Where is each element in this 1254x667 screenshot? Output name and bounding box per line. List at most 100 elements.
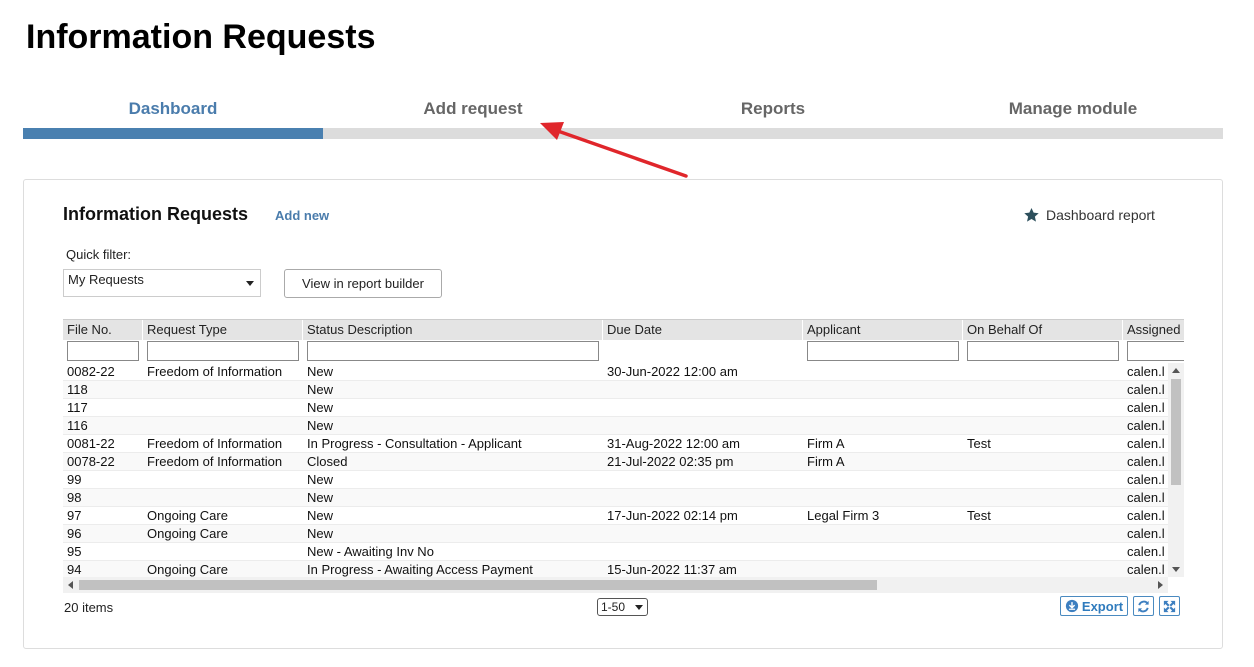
requests-panel: Information Requests Add new Dashboard r… bbox=[23, 179, 1223, 649]
cell-assigned: calen.l bbox=[1127, 508, 1165, 523]
table-row[interactable]: 96 Ongoing Care New calen.l bbox=[63, 525, 1168, 543]
chevron-down-icon bbox=[246, 281, 254, 286]
scroll-right-icon[interactable] bbox=[1158, 581, 1163, 589]
export-label: Export bbox=[1081, 598, 1124, 614]
column-header-on-behalf-of[interactable]: On Behalf Of bbox=[963, 320, 1123, 340]
filter-assigned[interactable] bbox=[1127, 341, 1184, 361]
table-row[interactable]: 98 New calen.l bbox=[63, 489, 1168, 507]
module-tabs: Dashboard Add request Reports Manage mod… bbox=[23, 94, 1223, 139]
page-title: Information Requests bbox=[26, 18, 376, 56]
chevron-down-icon bbox=[635, 605, 643, 610]
filter-row bbox=[63, 340, 1184, 362]
column-header-request-type[interactable]: Request Type bbox=[143, 320, 303, 340]
add-new-link[interactable]: Add new bbox=[275, 208, 329, 223]
cell-file-no: 97 bbox=[67, 508, 82, 523]
star-icon bbox=[1024, 208, 1039, 222]
cell-due-date: 21-Jul-2022 02:35 pm bbox=[607, 454, 734, 469]
cell-assigned: calen.l bbox=[1127, 418, 1165, 433]
cell-assigned: calen.l bbox=[1127, 400, 1165, 415]
filter-request-type[interactable] bbox=[147, 341, 299, 361]
tab-dashboard[interactable]: Dashboard bbox=[23, 94, 323, 128]
cell-status-description: In Progress - Consultation - Applicant bbox=[307, 436, 522, 451]
table-row[interactable]: 0082-22 Freedom of Information New 30-Jun-2… bbox=[63, 363, 1168, 381]
cell-request-type bbox=[143, 489, 307, 507]
tab-manage-module[interactable]: Manage module bbox=[923, 94, 1223, 128]
cell-file-no: 117 bbox=[67, 400, 88, 415]
cell-status-description: New bbox=[307, 400, 334, 415]
table-row[interactable]: 118 New calen.l bbox=[63, 381, 1168, 399]
cell-status-description: New bbox=[307, 472, 334, 487]
tab-indicator-manage-module bbox=[923, 128, 1223, 139]
filter-on-behalf-of[interactable] bbox=[967, 341, 1119, 361]
cell-applicant bbox=[803, 525, 967, 543]
column-header-file-no[interactable]: File No. bbox=[63, 320, 143, 340]
page-size-select[interactable]: 1-50 bbox=[597, 598, 648, 616]
table-row[interactable]: 0081-22 Freedom of Information In Progress… bbox=[63, 435, 1168, 453]
view-in-report-builder-button[interactable]: View in report builder bbox=[284, 269, 442, 298]
cell-request-type bbox=[143, 543, 307, 561]
cell-on-behalf-of bbox=[963, 471, 1127, 489]
cell-due-date bbox=[603, 543, 807, 561]
tab-add-request[interactable]: Add request bbox=[323, 94, 623, 128]
cell-applicant bbox=[803, 489, 967, 507]
scroll-up-icon[interactable] bbox=[1172, 368, 1180, 373]
cell-assigned: calen.l bbox=[1127, 454, 1165, 469]
cell-file-no: 118 bbox=[67, 382, 88, 397]
column-header-assigned[interactable]: Assigned bbox=[1123, 320, 1184, 340]
cell-on-behalf-of bbox=[963, 417, 1127, 435]
tab-indicator-reports bbox=[623, 128, 923, 139]
cell-status-description: New bbox=[307, 418, 334, 433]
vertical-scroll-thumb[interactable] bbox=[1171, 379, 1181, 485]
cell-applicant bbox=[803, 399, 967, 417]
cell-request-type: Freedom of Information bbox=[147, 454, 283, 469]
cell-on-behalf-of bbox=[963, 363, 1127, 381]
cell-request-type bbox=[143, 417, 307, 435]
cell-due-date: 17-Jun-2022 02:14 pm bbox=[607, 508, 738, 523]
scroll-down-icon[interactable] bbox=[1172, 567, 1180, 572]
column-header-status-description[interactable]: Status Description bbox=[303, 320, 603, 340]
export-button[interactable]: Export bbox=[1060, 596, 1128, 616]
cell-due-date bbox=[603, 399, 807, 417]
cell-on-behalf-of bbox=[963, 453, 1127, 471]
download-icon bbox=[1065, 599, 1079, 613]
vertical-scrollbar[interactable] bbox=[1168, 363, 1184, 577]
table-row[interactable]: 95 New - Awaiting Inv No calen.l bbox=[63, 543, 1168, 561]
horizontal-scroll-thumb[interactable] bbox=[79, 580, 877, 590]
table-row[interactable]: 99 New calen.l bbox=[63, 471, 1168, 489]
table-row[interactable]: 97 Ongoing Care New 17-Jun-2022 02:14 pm Leg… bbox=[63, 507, 1168, 525]
expand-icon bbox=[1163, 600, 1176, 612]
cell-request-type: Ongoing Care bbox=[147, 508, 228, 523]
table-row[interactable]: 117 New calen.l bbox=[63, 399, 1168, 417]
quick-filter-value: My Requests bbox=[68, 272, 144, 287]
cell-assigned: calen.l bbox=[1127, 544, 1165, 559]
requests-grid: File No. Request Type Status Description… bbox=[63, 319, 1184, 595]
cell-on-behalf-of: Test bbox=[967, 508, 991, 523]
tab-indicator-dashboard bbox=[23, 128, 323, 139]
cell-assigned: calen.l bbox=[1127, 490, 1165, 505]
cell-on-behalf-of: Test bbox=[967, 436, 991, 451]
column-header-applicant[interactable]: Applicant bbox=[803, 320, 963, 340]
tab-reports[interactable]: Reports bbox=[623, 94, 923, 128]
filter-applicant[interactable] bbox=[807, 341, 959, 361]
cell-applicant: Firm A bbox=[807, 454, 845, 469]
scroll-left-icon[interactable] bbox=[68, 581, 73, 589]
filter-file-no[interactable] bbox=[67, 341, 139, 361]
cell-status-description: New bbox=[307, 508, 334, 523]
refresh-button[interactable] bbox=[1133, 596, 1154, 616]
fullscreen-button[interactable] bbox=[1159, 596, 1180, 616]
cell-file-no: 116 bbox=[67, 418, 88, 433]
cell-applicant: Firm A bbox=[807, 436, 845, 451]
quick-filter-select[interactable]: My Requests bbox=[63, 269, 261, 297]
dashboard-report-button[interactable]: Dashboard report bbox=[1023, 207, 1155, 223]
table-row[interactable]: 116 New calen.l bbox=[63, 417, 1168, 435]
horizontal-scrollbar[interactable] bbox=[63, 577, 1168, 593]
cell-status-description: New bbox=[307, 364, 334, 379]
cell-assigned: calen.l bbox=[1127, 472, 1165, 487]
cell-request-type: Freedom of Information bbox=[147, 364, 283, 379]
cell-due-date bbox=[603, 525, 807, 543]
filter-status-description[interactable] bbox=[307, 341, 599, 361]
cell-on-behalf-of bbox=[963, 489, 1127, 507]
cell-applicant bbox=[803, 417, 967, 435]
table-row[interactable]: 0078-22 Freedom of Information Closed 21-Ju… bbox=[63, 453, 1168, 471]
column-header-due-date[interactable]: Due Date bbox=[603, 320, 803, 340]
